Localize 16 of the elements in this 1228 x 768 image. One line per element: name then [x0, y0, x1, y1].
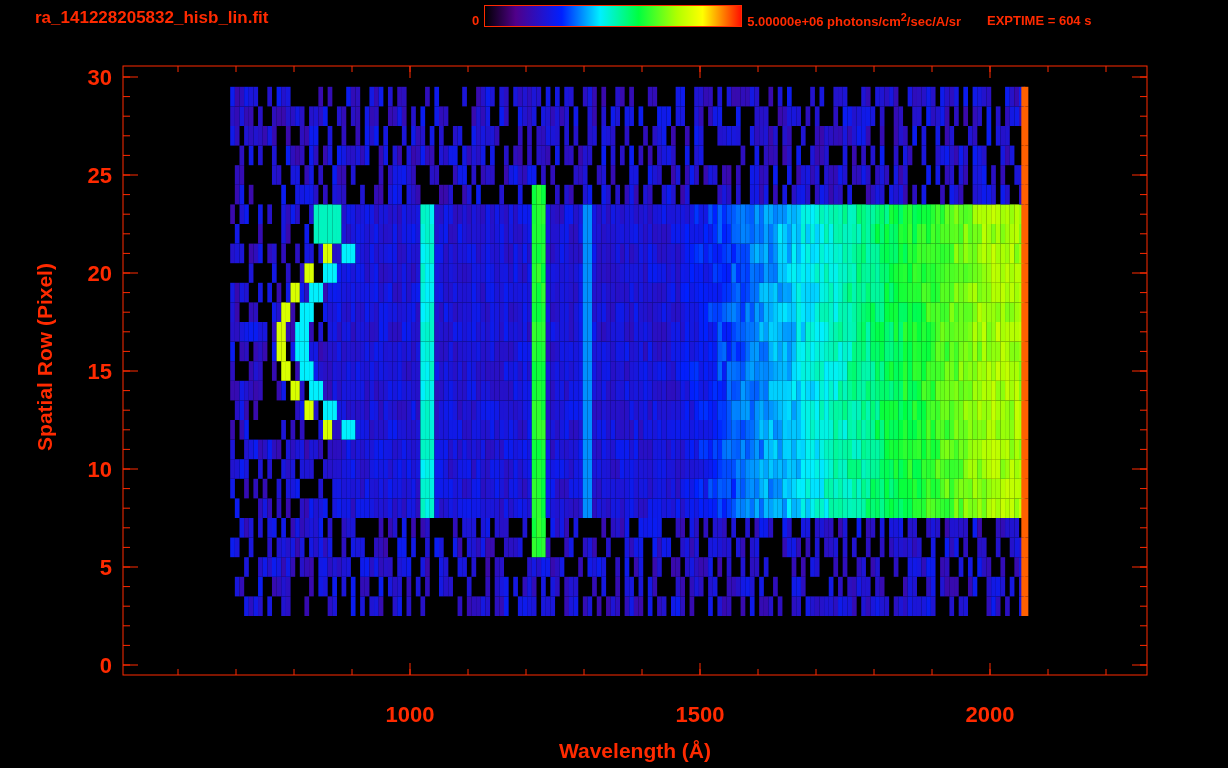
- y-tick-label: 0: [99, 653, 112, 678]
- y-tick-label: 30: [87, 65, 112, 90]
- y-axis-title: Spatial Row (Pixel): [33, 263, 56, 451]
- x-axis-title: Wavelength (Å): [558, 739, 712, 762]
- x-tick-label: 1500: [675, 702, 725, 727]
- x-tick-label: 2000: [965, 702, 1015, 727]
- x-tick-label: 1000: [385, 702, 435, 727]
- y-tick-label: 20: [87, 261, 112, 286]
- y-tick-label: 10: [87, 457, 112, 482]
- y-tick-label: 5: [99, 555, 112, 580]
- colorbar-max-label: 5.00000e+06 photons/cm$^{2}$/sec/A/sr: [747, 10, 962, 30]
- colorbar-min-label: 0: [472, 12, 480, 28]
- file-title: ra_141228205832_hisb_lin.fit: [35, 8, 270, 28]
- exposure-time: EXPTIME = 604 s: [987, 12, 1092, 28]
- y-tick-label: 25: [87, 163, 112, 188]
- y-tick-label: 15: [87, 359, 112, 384]
